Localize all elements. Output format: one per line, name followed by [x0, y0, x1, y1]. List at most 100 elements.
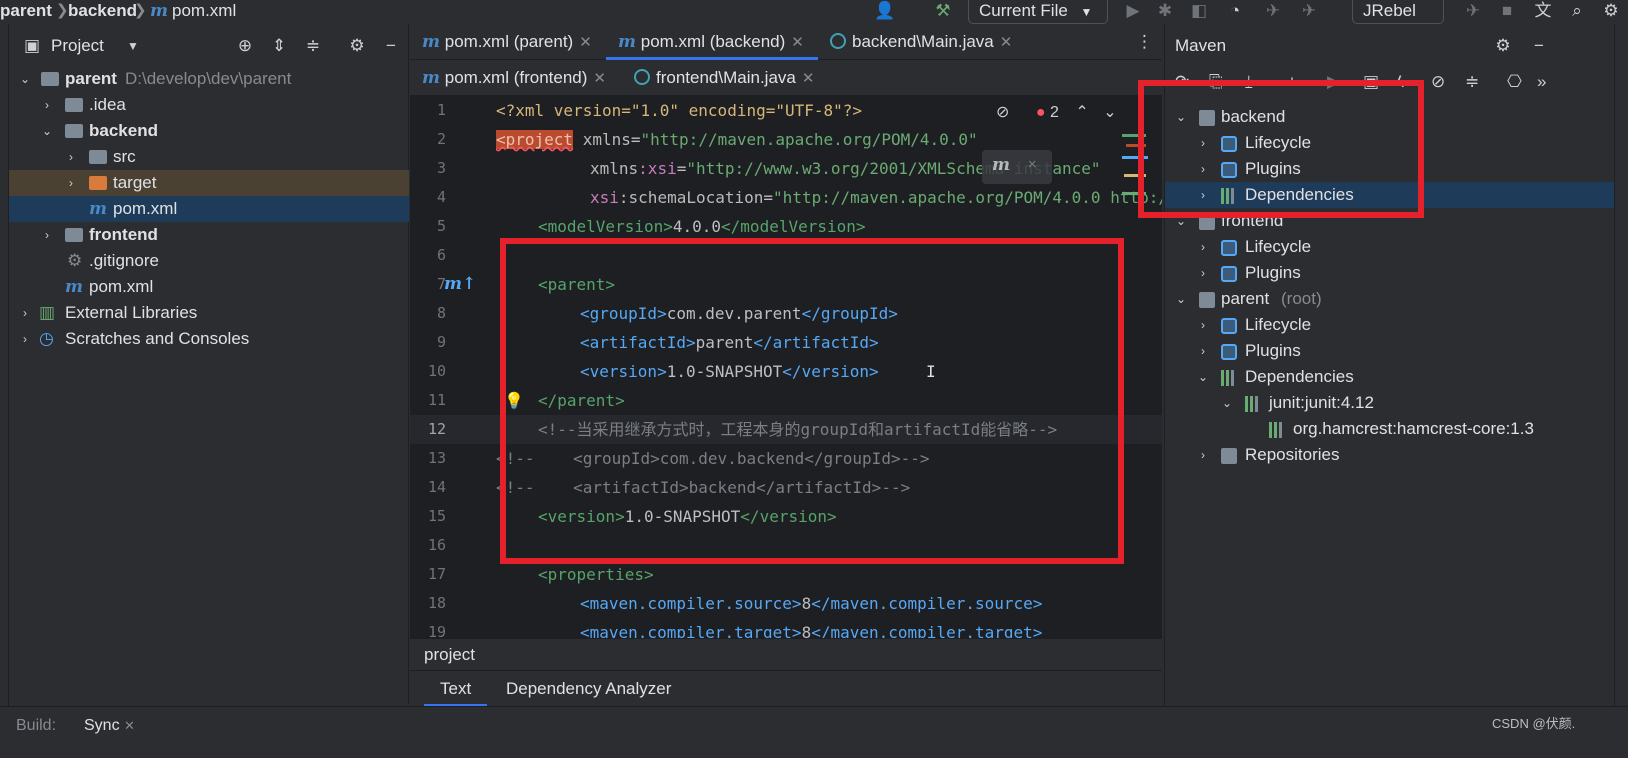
tree-item-backend-pom[interactable]: m pom.xml — [9, 196, 409, 222]
code-text: <project — [496, 130, 574, 149]
chevron-right-icon[interactable]: › — [39, 222, 55, 248]
maven-item-parent[interactable]: ⌄ parent (root) — [1165, 286, 1615, 312]
skip-tests-icon[interactable]: ⊘ — [1431, 72, 1445, 92]
translate-icon[interactable]: 文 — [1530, 0, 1556, 24]
chevron-down-icon[interactable]: ⌄ — [1195, 364, 1211, 390]
tree-item-gitignore[interactable]: ⚙ .gitignore — [9, 248, 409, 274]
coverage-icon[interactable]: ◧ — [1186, 0, 1212, 24]
chevron-right-icon[interactable]: › — [1195, 260, 1211, 286]
xml-breadcrumb[interactable]: project — [410, 638, 1162, 670]
tree-item-parent-pom[interactable]: m pom.xml — [9, 274, 409, 300]
inspection-widget[interactable]: ⊘ ● 2 ⌃ ⌄ — [996, 102, 1117, 122]
maven-reload-popup[interactable]: m ✕ — [982, 150, 1052, 184]
tree-item-parent[interactable]: ⌄ parent D:\develop\dev\parent — [9, 66, 409, 92]
maven-item-junit[interactable]: ⌄ junit:junit:4.12 — [1165, 390, 1615, 416]
chevron-right-icon[interactable]: › — [1195, 234, 1211, 260]
settings-icon[interactable]: ⚙ — [1598, 0, 1624, 24]
close-icon[interactable]: ✕ — [579, 34, 592, 51]
breadcrumb-module[interactable]: backend — [68, 0, 137, 22]
close-icon[interactable]: ✕ — [1028, 156, 1036, 172]
tab-text[interactable]: Text — [424, 671, 488, 707]
collapse-all-icon[interactable]: ≑ — [1465, 72, 1479, 92]
maven-reload-icon[interactable]: m — [992, 155, 1010, 175]
user-icon[interactable]: 👤 — [872, 0, 898, 24]
chevron-right-icon[interactable]: › — [1195, 312, 1211, 338]
chevron-right-icon[interactable]: › — [63, 144, 79, 170]
tree-item-external-libraries[interactable]: › ▥ External Libraries — [9, 300, 409, 326]
run-config-dropdown[interactable]: Current File ▼ — [968, 0, 1108, 24]
stop-icon[interactable]: ■ — [1494, 0, 1520, 24]
maven-item-lifecycle[interactable]: › Lifecycle — [1165, 234, 1615, 260]
maven-item-repositories[interactable]: › Repositories — [1165, 442, 1615, 468]
maven-item-hamcrest[interactable]: org.hamcrest:hamcrest-core:1.3 — [1165, 416, 1615, 442]
breadcrumb-root[interactable]: parent — [0, 0, 52, 22]
tree-item-backend[interactable]: ⌄ backend — [9, 118, 409, 144]
tab-pom-parent[interactable]: m pom.xml (parent) ✕ — [410, 24, 606, 60]
chevron-down-icon[interactable]: ⌄ — [39, 118, 55, 144]
run-icon[interactable]: ▶ — [1120, 0, 1146, 24]
tab-frontend-main[interactable]: frontend\Main.java ✕ — [622, 60, 832, 96]
tree-item-target[interactable]: › target — [9, 170, 409, 196]
tab-pom-backend[interactable]: m pom.xml (backend) ✕ — [606, 24, 818, 60]
chevron-right-icon[interactable]: › — [17, 300, 33, 326]
breadcrumb-file[interactable]: pom.xml — [172, 0, 236, 22]
gear-icon[interactable]: ⚙ — [1491, 34, 1515, 58]
code-text: "http://maven.apache.org/POM/4.0.0" — [640, 130, 978, 149]
profile-icon[interactable]: ◔ — [1222, 0, 1248, 24]
minimize-icon[interactable]: − — [1527, 34, 1551, 58]
tree-item-idea[interactable]: › .idea — [9, 92, 409, 118]
jrebel-run-icon[interactable]: ✈ — [1260, 0, 1286, 24]
close-icon[interactable]: ✕ — [791, 34, 804, 51]
chevron-down-icon[interactable]: ⌄ — [1173, 286, 1189, 312]
jrebel-dropdown[interactable]: JRebel ▼ — [1352, 0, 1444, 41]
jrebel-update-icon[interactable]: ✈ — [1460, 0, 1486, 24]
analyze-icon[interactable]: ⎔ — [1507, 72, 1522, 92]
jrebel-label: JRebel — [1363, 1, 1416, 20]
eye-off-icon[interactable]: ⊘ — [996, 104, 1009, 121]
tree-item-frontend[interactable]: › frontend — [9, 222, 409, 248]
close-icon[interactable]: ✕ — [593, 70, 606, 87]
tree-item-scratches[interactable]: › ◷ Scratches and Consoles — [9, 326, 409, 352]
chevron-down-icon[interactable]: ▼ — [121, 34, 145, 58]
chevron-right-icon[interactable]: › — [39, 92, 55, 118]
collapse-all-icon[interactable]: ≑ — [301, 34, 325, 58]
gear-icon[interactable]: ⚙ — [345, 34, 369, 58]
expand-all-icon[interactable]: ⇕ — [267, 34, 291, 58]
maven-parent-gutter-icon[interactable]: m↑ — [444, 270, 476, 299]
project-view-icon: ▣ — [23, 36, 41, 55]
more-icon[interactable]: » — [1537, 72, 1546, 92]
close-icon[interactable]: ✕ — [1000, 34, 1013, 51]
chevron-down-icon[interactable]: ⌄ — [17, 66, 33, 92]
maven-item-lifecycle[interactable]: › Lifecycle — [1165, 312, 1615, 338]
close-icon[interactable]: ✕ — [124, 718, 135, 733]
tree-item-label: pom.xml — [89, 277, 154, 296]
minimize-icon[interactable]: − — [379, 34, 403, 58]
chevron-right-icon[interactable]: › — [17, 326, 33, 352]
tab-pom-frontend[interactable]: m pom.xml (frontend) ✕ — [410, 60, 622, 96]
tab-sync[interactable]: Sync ✕ — [84, 717, 135, 735]
tree-item-label: target — [113, 173, 157, 192]
gitignore-file-icon: ⚙ — [67, 251, 83, 270]
chevron-up-icon[interactable]: ⌃ — [1075, 104, 1088, 121]
tree-item-src[interactable]: › src — [9, 144, 409, 170]
tab-backend-main[interactable]: backend\Main.java ✕ — [818, 24, 1018, 60]
search-icon[interactable]: ⌕ — [1564, 0, 1590, 24]
build-hammer-icon[interactable]: ⚒ — [930, 0, 956, 24]
close-icon[interactable]: ✕ — [802, 70, 815, 87]
locate-icon[interactable]: ⊕ — [233, 34, 257, 58]
maven-file-icon: m — [89, 199, 107, 219]
chevron-down-icon[interactable]: ⌄ — [1103, 104, 1116, 121]
project-panel-title[interactable]: Project — [51, 36, 104, 56]
more-tabs-icon[interactable]: ⋮ — [1136, 24, 1153, 60]
chevron-right-icon[interactable]: › — [63, 170, 79, 196]
chevron-right-icon[interactable]: › — [1195, 442, 1211, 468]
chevron-right-icon[interactable]: › — [1195, 338, 1211, 364]
debug-icon[interactable]: ✱ — [1152, 0, 1178, 24]
maven-item-dependencies[interactable]: ⌄ Dependencies — [1165, 364, 1615, 390]
maven-item-plugins[interactable]: › Plugins — [1165, 338, 1615, 364]
maven-item-plugins[interactable]: › Plugins — [1165, 260, 1615, 286]
chevron-down-icon[interactable]: ⌄ — [1219, 390, 1235, 416]
jrebel-debug-icon[interactable]: ✈ — [1296, 0, 1322, 24]
tab-dependency-analyzer[interactable]: Dependency Analyzer — [490, 671, 687, 707]
tree-item-label: parent — [65, 69, 117, 88]
